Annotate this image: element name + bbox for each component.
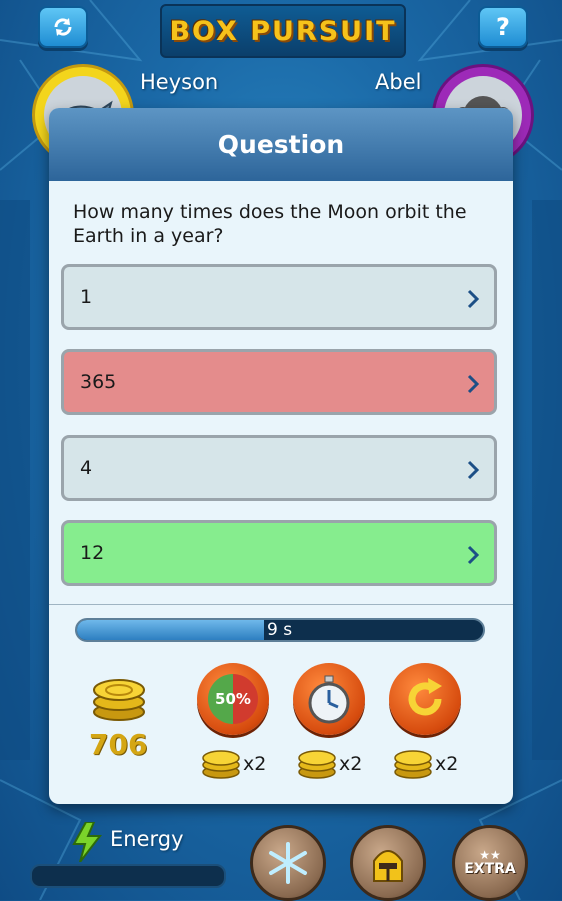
energy-label: Energy xyxy=(110,827,184,851)
answer-label: 4 xyxy=(80,457,93,479)
retry-cost: x2 xyxy=(393,748,458,780)
question-dialog: Question How many times does the Moon or… xyxy=(49,108,513,804)
chevron-right-icon xyxy=(467,289,480,309)
fifty-fifty-icon: 50% xyxy=(208,674,258,724)
help-icon: ? xyxy=(496,13,510,41)
freeze-button[interactable] xyxy=(250,825,326,901)
retry-button[interactable] xyxy=(389,663,461,735)
coin-stack-icon xyxy=(93,679,145,721)
dialog-title: Question xyxy=(217,130,345,159)
helmet-button[interactable] xyxy=(350,825,426,901)
retry-icon xyxy=(408,678,442,716)
coin-stack-icon xyxy=(202,750,240,779)
fifty-fifty-label: 50% xyxy=(215,690,251,708)
chevron-right-icon xyxy=(467,545,480,565)
coin-stack-icon xyxy=(394,750,432,779)
chevron-right-icon xyxy=(467,460,480,480)
coin-stack-icon xyxy=(298,750,336,779)
fifty-fifty-cost: x2 xyxy=(201,748,266,780)
cost-label: x2 xyxy=(435,753,459,775)
extra-time-button[interactable] xyxy=(293,663,365,735)
logo-text: BOX PURSUIT xyxy=(169,15,397,47)
extra-label: EXTRA xyxy=(464,861,516,877)
fifty-fifty-button[interactable]: 50% xyxy=(197,663,269,735)
chevron-right-icon xyxy=(467,374,480,394)
help-button[interactable]: ? xyxy=(478,6,528,48)
timer-fill xyxy=(77,620,264,640)
answer-label: 365 xyxy=(80,371,117,393)
timer-text: 9 s xyxy=(267,620,293,640)
extra-stars-icon: ★★ EXTRA xyxy=(464,848,516,877)
timer-bar: 9 s xyxy=(75,618,485,642)
snowflake-icon xyxy=(269,842,307,884)
answer-option-1[interactable]: 1 xyxy=(61,264,497,330)
answer-label: 1 xyxy=(80,286,93,308)
stopwatch-icon xyxy=(308,675,350,724)
divider xyxy=(49,604,513,605)
extra-button[interactable]: ★★ EXTRA xyxy=(452,825,528,901)
answer-option-3[interactable]: 4 xyxy=(61,435,497,501)
cost-label: x2 xyxy=(339,753,363,775)
cost-label: x2 xyxy=(243,753,267,775)
player-name-left: Heyson xyxy=(140,70,219,94)
answer-label: 12 xyxy=(80,542,105,564)
helmet-icon xyxy=(373,850,403,882)
dialog-header: Question xyxy=(49,108,513,181)
extra-time-cost: x2 xyxy=(297,748,362,780)
coin-balance: 706 xyxy=(89,728,148,761)
refresh-button[interactable] xyxy=(38,6,88,48)
energy-bar xyxy=(30,864,226,888)
app-logo: BOX PURSUIT xyxy=(160,4,406,58)
player-name-right: Abel xyxy=(375,70,422,94)
answer-option-2[interactable]: 365 xyxy=(61,349,497,415)
lightning-icon xyxy=(72,822,102,862)
question-text: How many times does the Moon orbit the E… xyxy=(73,201,467,247)
answer-option-4[interactable]: 12 xyxy=(61,520,497,586)
refresh-icon xyxy=(54,18,72,36)
